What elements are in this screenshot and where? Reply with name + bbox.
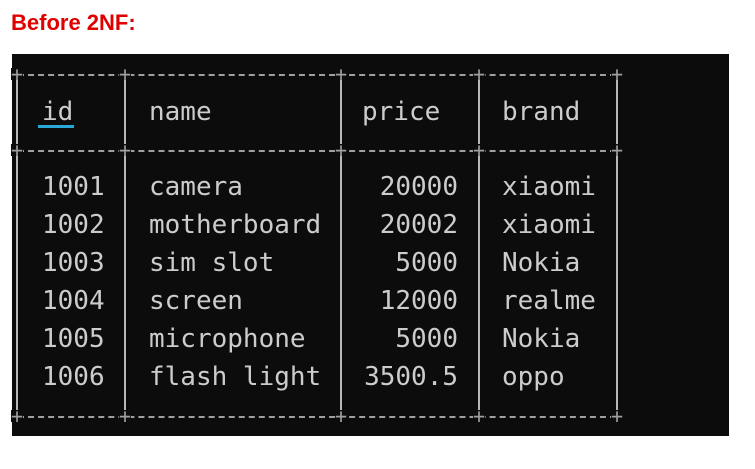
table-border-corner: + bbox=[473, 404, 486, 428]
cell-price: 5000 bbox=[395, 324, 458, 354]
cell-price: 5000 bbox=[395, 248, 458, 278]
cell-brand: xiaomi bbox=[502, 210, 596, 240]
table-border-corner: + bbox=[119, 404, 132, 428]
cell-name: motherboard bbox=[149, 210, 322, 240]
table-border-bar bbox=[478, 156, 480, 410]
table-border-bar bbox=[16, 80, 18, 144]
table-border-corner: + bbox=[611, 404, 624, 428]
table-border-line bbox=[18, 150, 616, 153]
cell-id: 1005 bbox=[42, 324, 105, 354]
table-border-bar bbox=[124, 80, 126, 144]
cell-brand: realme bbox=[502, 286, 596, 316]
cell-name: camera bbox=[149, 172, 243, 202]
cell-name: flash light bbox=[149, 362, 322, 392]
table-border-corner: + bbox=[11, 404, 24, 428]
cell-brand: Nokia bbox=[502, 248, 581, 278]
cell-brand: xiaomi bbox=[502, 172, 596, 202]
cell-id: 1002 bbox=[42, 210, 105, 240]
table-border-corner: + bbox=[119, 138, 132, 162]
cell-brand: Nokia bbox=[502, 324, 581, 354]
cell-brand: oppo bbox=[502, 362, 565, 392]
column-header-name: name bbox=[149, 97, 212, 127]
cell-id: 1001 bbox=[42, 172, 105, 202]
table-border-line bbox=[18, 416, 616, 419]
table-border-bar bbox=[616, 80, 618, 144]
cell-id: 1003 bbox=[42, 248, 105, 278]
table-border-corner: + bbox=[611, 138, 624, 162]
cell-name: sim slot bbox=[149, 248, 275, 278]
table-border-bar bbox=[616, 156, 618, 410]
cursor-underline bbox=[38, 125, 74, 128]
page-heading: Before 2NF: bbox=[11, 10, 136, 35]
table-border-corner: + bbox=[335, 62, 348, 86]
table-border-bar bbox=[340, 156, 342, 410]
table-border-bar bbox=[124, 156, 126, 410]
cell-price: 3500.5 bbox=[364, 362, 458, 392]
terminal-window: + + + + + + + + + + + + + + + id name price brand 1001 camer… bbox=[11, 54, 729, 436]
table-border-corner: + bbox=[335, 404, 348, 428]
cell-id: 1006 bbox=[42, 362, 105, 392]
cell-price: 20002 bbox=[379, 210, 458, 240]
table-border-bar bbox=[16, 156, 18, 410]
cell-name: screen bbox=[149, 286, 243, 316]
cell-id: 1004 bbox=[42, 286, 105, 316]
column-header-price: price bbox=[362, 97, 441, 127]
table-border-corner: + bbox=[473, 62, 486, 86]
table-border-bar bbox=[478, 80, 480, 144]
table-border-line bbox=[18, 74, 616, 77]
cell-price: 12000 bbox=[379, 286, 458, 316]
table-border-corner: + bbox=[11, 62, 24, 86]
table-border-bar bbox=[340, 80, 342, 144]
result-table: + + + + + + + + + + + + + + + id name price brand 1001 camer… bbox=[11, 54, 729, 436]
table-border-corner: + bbox=[11, 138, 24, 162]
column-header-brand: brand bbox=[502, 97, 581, 127]
cell-price: 20000 bbox=[379, 172, 458, 202]
table-border-corner: + bbox=[119, 62, 132, 86]
table-border-corner: + bbox=[335, 138, 348, 162]
table-border-corner: + bbox=[611, 62, 624, 86]
cell-name: microphone bbox=[149, 324, 306, 354]
table-border-corner: + bbox=[473, 138, 486, 162]
